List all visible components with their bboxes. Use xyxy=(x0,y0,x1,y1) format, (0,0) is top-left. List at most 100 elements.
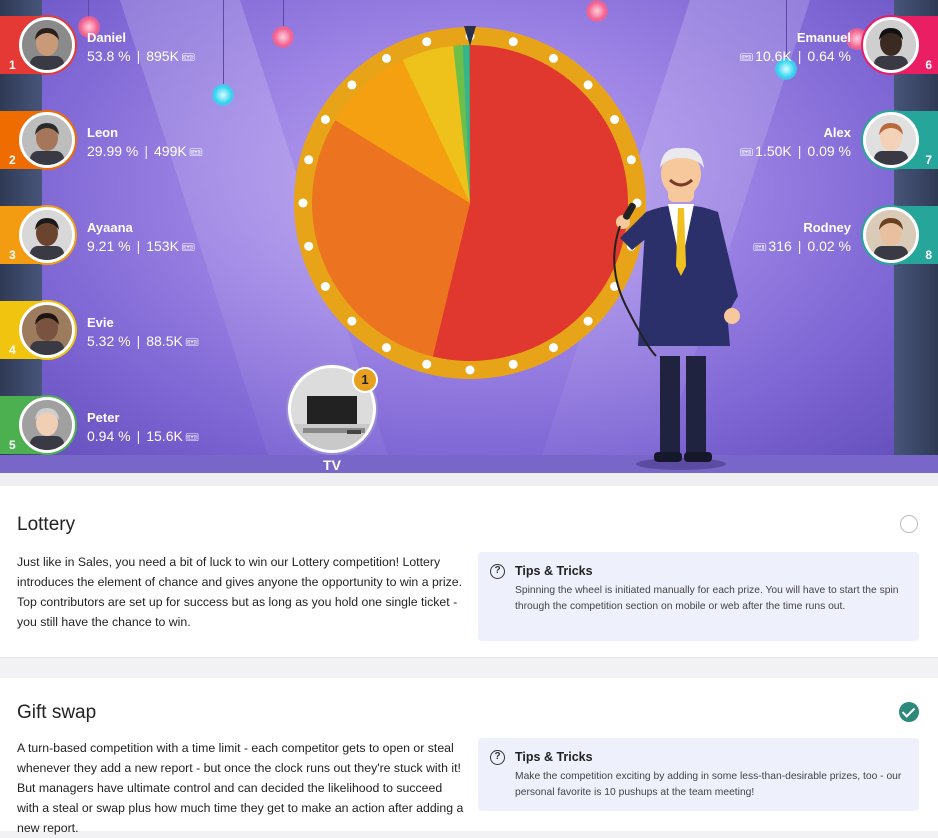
stats-separator: | xyxy=(137,428,141,444)
ticket-icon: 🎟 xyxy=(185,336,199,349)
host-illustration xyxy=(606,146,756,470)
player-stats: 29.99 % | 499K🎟 xyxy=(87,143,205,159)
help-circle-icon: ? xyxy=(490,564,505,579)
ticket-icon: 🎟 xyxy=(181,51,195,64)
wheel-light-dot xyxy=(584,317,593,326)
prize-count-badge: 1 xyxy=(352,367,378,393)
light-cord xyxy=(283,0,284,26)
rank-number: 8 xyxy=(925,248,932,262)
person-icon xyxy=(22,400,72,450)
wheel-light-dot xyxy=(347,80,356,89)
win-percent: 9.21 % xyxy=(87,238,131,254)
leaderboard-player[interactable]: 1 Daniel 53.8 % | 895K🎟 xyxy=(0,16,230,74)
check-circle-icon[interactable] xyxy=(899,702,919,722)
player-name: Daniel xyxy=(87,30,126,45)
section-description: Just like in Sales, you need a bit of lu… xyxy=(17,552,465,632)
player-stats: 9.21 % | 153K🎟 xyxy=(87,238,197,254)
tips-box: ? Tips & Tricks Spinning the wheel is in… xyxy=(478,552,919,641)
tips-title: Tips & Tricks xyxy=(515,750,593,764)
leaderboard-player[interactable]: 6Emanuel🎟10.6K|0.64 % xyxy=(708,16,938,74)
wheel-light-dot xyxy=(549,343,558,352)
leaderboard-player[interactable]: 5Peter0.94 %|15.6K🎟 xyxy=(0,396,230,454)
person-icon xyxy=(866,115,916,165)
lottery-stage: 1Daniel53.8 %|895K🎟2Leon29.99 %|499K🎟3Ay… xyxy=(0,0,938,473)
win-percent: 0.64 % xyxy=(807,48,851,64)
player-stats: 0.94 % | 15.6K🎟 xyxy=(87,428,201,444)
wheel-light-dot xyxy=(549,54,558,63)
stats-separator: | xyxy=(137,238,141,254)
avatar[interactable] xyxy=(863,207,919,263)
avatar[interactable] xyxy=(863,112,919,168)
avatar[interactable] xyxy=(863,17,919,73)
win-percent: 0.94 % xyxy=(87,428,131,444)
stats-separator: | xyxy=(798,48,802,64)
avatar[interactable] xyxy=(19,302,75,358)
rank-number: 1 xyxy=(9,58,16,72)
win-percent: 0.02 % xyxy=(807,238,851,254)
ticket-count: 1.50K xyxy=(755,143,792,159)
wheel-light-dot xyxy=(584,80,593,89)
player-stats: 53.8 % | 895K🎟 xyxy=(87,48,197,64)
stats-separator: | xyxy=(137,333,141,349)
prize-wheel[interactable] xyxy=(293,26,647,380)
ticket-count: 153K xyxy=(146,238,179,254)
wheel-light-dot xyxy=(382,343,391,352)
tips-box: ? Tips & Tricks Make the competition exc… xyxy=(478,738,919,811)
person-icon xyxy=(22,20,72,70)
rank-number: 5 xyxy=(9,438,16,452)
avatar[interactable] xyxy=(19,207,75,263)
avatar[interactable] xyxy=(19,397,75,453)
section-gift-swap: Gift swap A turn-based competition with … xyxy=(0,678,938,831)
leaderboard-player[interactable]: 4Evie5.32 %|88.5K🎟 xyxy=(0,301,230,359)
ticket-icon: 🎟 xyxy=(739,51,753,64)
player-stats: 🎟316|0.02 % xyxy=(750,238,851,254)
wheel-light-dot xyxy=(347,317,356,326)
wheel-light-dot xyxy=(422,360,431,369)
person-icon xyxy=(866,20,916,70)
ticket-count: 895K xyxy=(146,48,179,64)
wheel-light-dot xyxy=(509,37,518,46)
leaderboard-player[interactable]: 3Ayaana9.21 %|153K🎟 xyxy=(0,206,230,264)
wheel-light-dot xyxy=(299,199,308,208)
avatar[interactable] xyxy=(19,17,75,73)
wheel-light-dot xyxy=(321,115,330,124)
stats-separator: | xyxy=(137,48,141,64)
ticket-icon: 🎟 xyxy=(185,431,199,444)
ticket-count: 499K xyxy=(154,143,187,159)
win-percent: 0.09 % xyxy=(807,143,851,159)
wheel-light-dot xyxy=(304,242,313,251)
rank-number: 6 xyxy=(925,58,932,72)
section-title: Lottery xyxy=(17,514,75,536)
ticket-count: 316 xyxy=(768,238,791,254)
win-percent: 29.99 % xyxy=(87,143,138,159)
tips-body: Spinning the wheel is initiated manually… xyxy=(515,583,910,615)
ticket-count: 88.5K xyxy=(146,333,183,349)
ticket-count: 15.6K xyxy=(146,428,183,444)
light-bulb xyxy=(586,0,608,22)
wheel-light-dot xyxy=(382,54,391,63)
avatar[interactable] xyxy=(19,112,75,168)
stats-separator: | xyxy=(798,238,802,254)
completion-checkbox[interactable] xyxy=(900,515,918,533)
person-icon xyxy=(22,210,72,260)
player-name: Evie xyxy=(87,315,114,330)
leaderboard-player[interactable]: 2Leon29.99 %|499K🎟 xyxy=(0,111,230,169)
person-icon xyxy=(22,115,72,165)
person-icon xyxy=(22,305,72,355)
rank-number: 3 xyxy=(9,248,16,262)
player-stats: 🎟10.6K|0.64 % xyxy=(737,48,851,64)
ticket-icon: 🎟 xyxy=(181,241,195,254)
section-title: Gift swap xyxy=(17,702,96,724)
rank-number: 4 xyxy=(9,343,16,357)
win-percent: 53.8 % xyxy=(87,48,131,64)
stats-separator: | xyxy=(144,143,148,159)
help-circle-icon: ? xyxy=(490,750,505,765)
ticket-icon: 🎟 xyxy=(189,146,203,159)
wheel-light-dot xyxy=(422,37,431,46)
section-gap xyxy=(0,473,938,486)
stage-floor xyxy=(0,455,938,473)
wheel-light-dot xyxy=(321,282,330,291)
section-lottery: Lottery Just like in Sales, you need a b… xyxy=(0,486,938,658)
section-description: A turn-based competition with a time lim… xyxy=(17,738,465,838)
wheel-light-dot xyxy=(466,366,475,375)
